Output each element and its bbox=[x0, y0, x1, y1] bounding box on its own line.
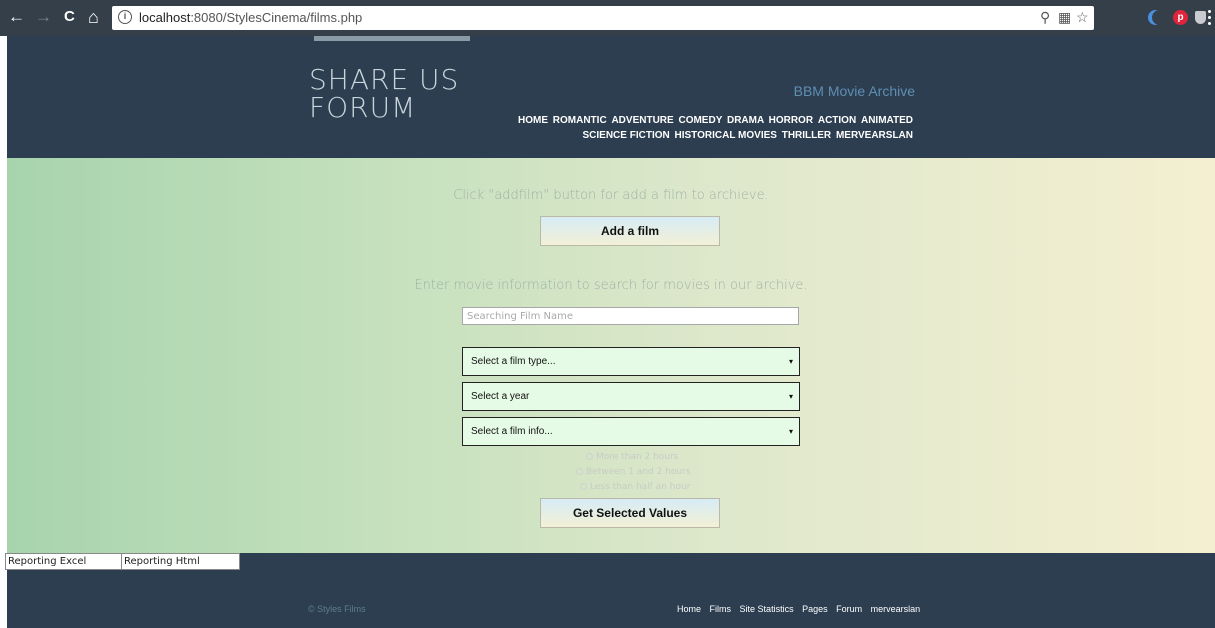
browser-toolbar: ← → C ⌂ i localhost:8080/StylesCinema/fi… bbox=[0, 0, 1215, 36]
address-bar[interactable]: i localhost:8080/StylesCinema/films.php … bbox=[112, 6, 1094, 30]
film-info-select[interactable]: Select a film info... ▾ bbox=[462, 417, 800, 446]
add-film-button[interactable]: Add a film bbox=[540, 216, 720, 246]
header-accent-bar bbox=[314, 36, 470, 41]
site-logo[interactable]: SHARE US FORUM bbox=[309, 66, 509, 122]
footer-link-forum[interactable]: Forum bbox=[836, 604, 862, 614]
nav-link-horror[interactable]: HORROR bbox=[769, 115, 813, 126]
year-select[interactable]: Select a year ▾ bbox=[462, 382, 800, 411]
footer-link-site-statistics[interactable]: Site Statistics bbox=[740, 604, 794, 614]
footer-link-home[interactable]: Home bbox=[677, 604, 701, 614]
dropdown-arrow-icon: ▾ bbox=[788, 392, 793, 401]
nav-link-home[interactable]: HOME bbox=[518, 115, 548, 126]
nav-link-comedy[interactable]: COMEDY bbox=[678, 115, 722, 126]
radio-less-than-half-hour[interactable]: Less than half an hour bbox=[580, 482, 690, 492]
nav-link-mervearslan[interactable]: MERVEARSLAN bbox=[836, 130, 913, 141]
get-selected-values-button[interactable]: Get Selected Values bbox=[540, 498, 720, 528]
copyright-text: © Styles Films bbox=[308, 604, 366, 614]
footer-nav: Home Films Site Statistics Pages Forum m… bbox=[677, 604, 926, 614]
nav-link-romantic[interactable]: ROMANTIC bbox=[553, 115, 607, 126]
dropdown-arrow-icon: ▾ bbox=[788, 427, 793, 436]
nav-link-science-fiction[interactable]: SCIENCE FICTION bbox=[583, 130, 670, 141]
footer-link-mervearslan[interactable]: mervearslan bbox=[871, 604, 921, 614]
translate-icon[interactable]: ▦ bbox=[1058, 9, 1071, 26]
bookmark-star-icon[interactable]: ☆ bbox=[1076, 9, 1089, 26]
main-content: Click "addfilm" button for add a film to… bbox=[7, 158, 1215, 553]
dropdown-arrow-icon: ▾ bbox=[788, 357, 793, 366]
reload-icon[interactable]: C bbox=[64, 8, 75, 26]
film-name-search-input[interactable] bbox=[462, 307, 799, 325]
shield-extension-icon[interactable] bbox=[1195, 11, 1206, 24]
brand-title: BBM Movie Archive bbox=[793, 83, 915, 99]
site-header: SHARE US FORUM BBM Movie Archive HOME RO… bbox=[7, 36, 1215, 158]
nav-link-action[interactable]: ACTION bbox=[818, 115, 856, 126]
zoom-icon[interactable]: ⚲ bbox=[1040, 9, 1050, 26]
back-icon[interactable]: ← bbox=[8, 8, 25, 26]
nav-link-adventure[interactable]: ADVENTURE bbox=[611, 115, 673, 126]
film-type-select[interactable]: Select a film type... ▾ bbox=[462, 347, 800, 376]
main-nav: HOME ROMANTIC ADVENTURE COMEDY DRAMA HOR… bbox=[493, 113, 913, 143]
nav-link-historical-movies[interactable]: HISTORICAL MOVIES bbox=[675, 130, 777, 141]
pinterest-extension-icon[interactable]: p bbox=[1173, 10, 1188, 25]
add-film-hint: Click "addfilm" button for add a film to… bbox=[453, 188, 769, 203]
radio-between-1-and-2-hours[interactable]: Between 1 and 2 hours bbox=[576, 467, 691, 477]
footer-link-films[interactable]: Films bbox=[710, 604, 732, 614]
home-icon[interactable]: ⌂ bbox=[88, 8, 99, 26]
extension-moon-icon[interactable] bbox=[1148, 10, 1163, 25]
reporting-html-button[interactable]: Reporting Html bbox=[121, 553, 240, 570]
radio-more-than-2-hours[interactable]: More than 2 hours bbox=[586, 452, 678, 462]
forward-icon[interactable]: → bbox=[35, 8, 52, 26]
browser-menu-icon[interactable] bbox=[1208, 10, 1211, 25]
footer-link-pages[interactable]: Pages bbox=[802, 604, 828, 614]
page-left-margin bbox=[0, 36, 7, 628]
url-text: localhost:8080/StylesCinema/films.php bbox=[139, 10, 363, 25]
nav-link-animated[interactable]: ANIMATED bbox=[861, 115, 913, 126]
reporting-excel-button[interactable]: Reporting Excel bbox=[5, 553, 122, 570]
nav-link-drama[interactable]: DRAMA bbox=[727, 115, 764, 126]
info-icon[interactable]: i bbox=[118, 10, 132, 24]
nav-link-thriller[interactable]: THRILLER bbox=[782, 130, 831, 141]
search-hint: Enter movie information to search for mo… bbox=[414, 278, 808, 293]
